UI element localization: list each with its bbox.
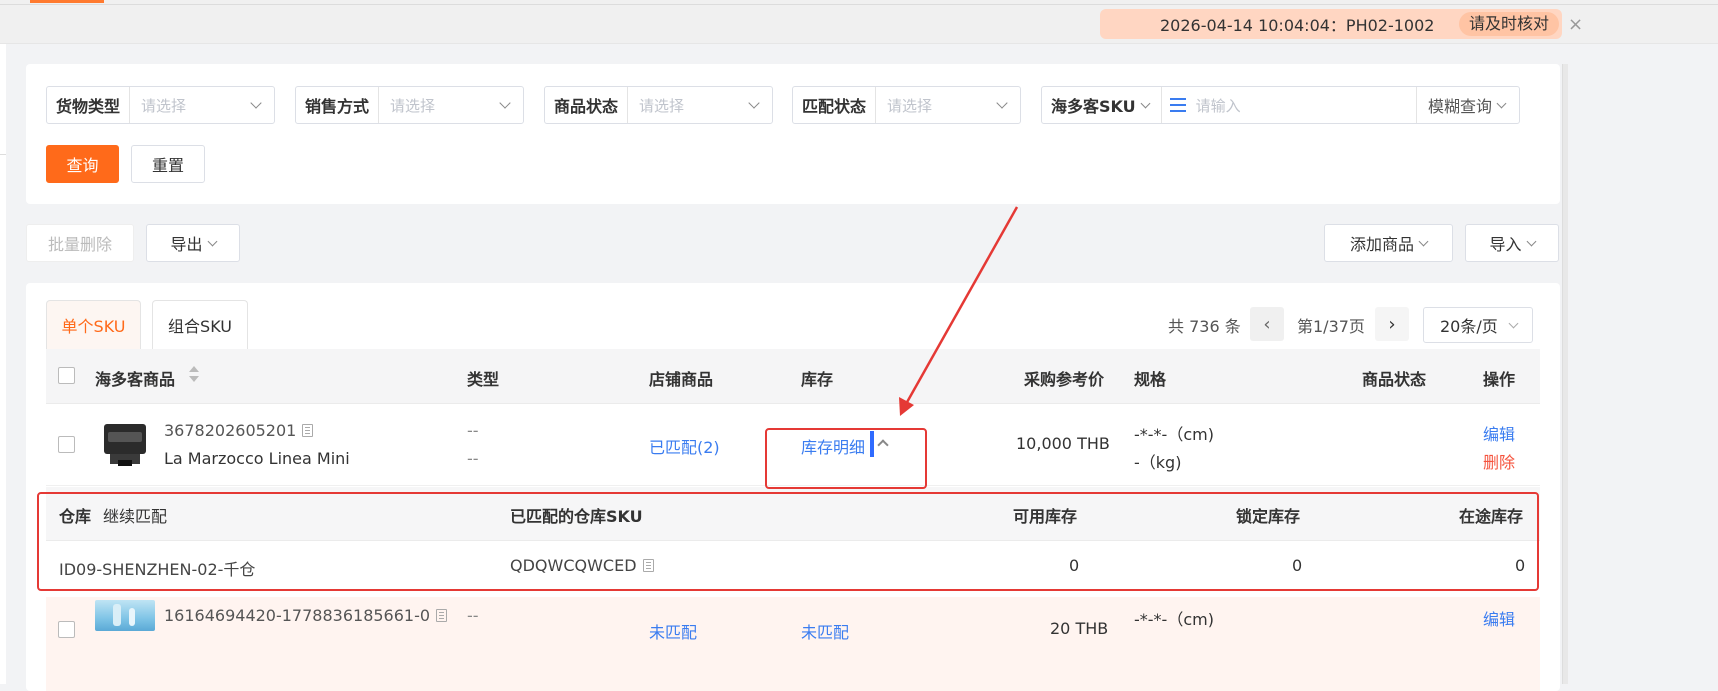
annotation-arrow-icon — [899, 206, 1019, 416]
